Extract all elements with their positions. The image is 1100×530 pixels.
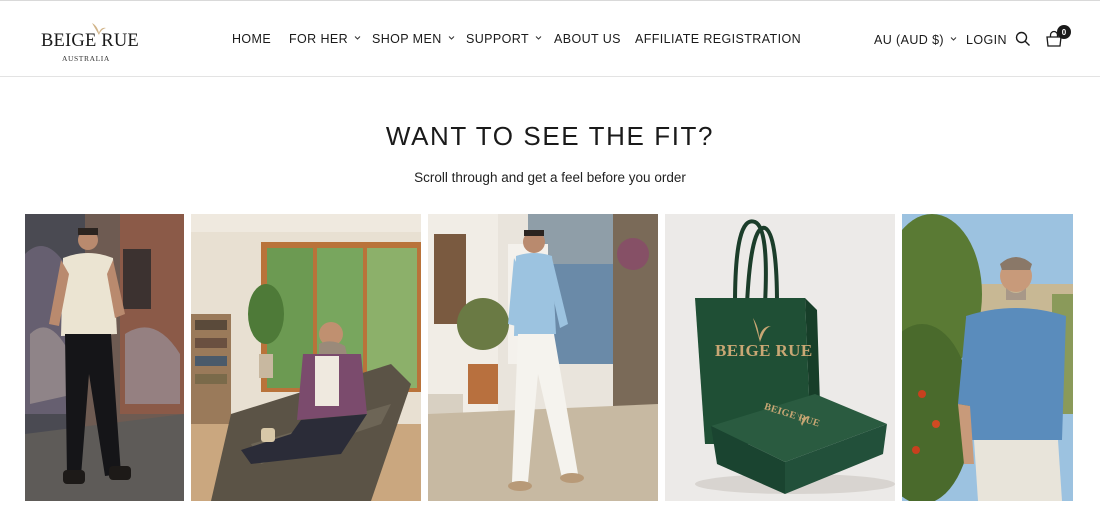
nav-about-us[interactable]: ABOUT US (554, 32, 621, 46)
nav-about-us-label: ABOUT US (554, 32, 621, 46)
currency-label: AU (AUD $) (874, 33, 944, 47)
site-header: BEIGE RUE AUSTRALIA HOME FOR HER SHOP ME… (0, 0, 1100, 77)
search-icon[interactable] (1015, 31, 1031, 47)
photo-living-room (191, 214, 421, 501)
gallery-image-1[interactable] (25, 214, 184, 501)
gallery-image-2[interactable] (191, 214, 421, 501)
chevron-down-icon (950, 36, 957, 41)
nav-for-her-label: FOR HER (289, 32, 349, 46)
photo-coastal-village (428, 214, 658, 501)
chevron-down-icon (448, 35, 455, 40)
bag-print-text: BEIGE RUE (715, 341, 813, 360)
chevron-down-icon (535, 35, 542, 40)
nav-support[interactable]: SUPPORT (466, 32, 542, 46)
section-title: WANT TO SEE THE FIT? (385, 121, 715, 151)
nav-for-her[interactable]: FOR HER (289, 32, 361, 46)
currency-selector[interactable]: AU (AUD $) (874, 33, 957, 47)
nav-home-label: HOME (232, 32, 272, 46)
nav-shop-men[interactable]: SHOP MEN (372, 32, 455, 46)
nav-shop-men-label: SHOP MEN (372, 32, 442, 46)
login-label: LOGIN (966, 33, 1007, 47)
brand-logo[interactable]: BEIGE RUE AUSTRALIA (38, 21, 139, 65)
cart-count-badge: 0 (1057, 25, 1071, 39)
nav-affiliate-label: AFFILIATE REGISTRATION (635, 32, 801, 46)
section-subtitle: Scroll through and get a feel before you… (414, 170, 686, 185)
nav-home[interactable]: HOME (232, 32, 271, 46)
gallery-image-3[interactable] (428, 214, 658, 501)
brand-name: BEIGE RUE (41, 31, 139, 51)
gallery-image-4[interactable]: BEIGE RUE BEIGE RUE (665, 214, 895, 501)
login-link[interactable]: LOGIN (966, 33, 1007, 47)
chevron-down-icon (354, 35, 361, 40)
nav-affiliate-registration[interactable]: AFFILIATE REGISTRATION (635, 32, 801, 46)
photo-garden (902, 214, 1073, 501)
nav-support-label: SUPPORT (466, 32, 529, 46)
gallery-image-5[interactable] (902, 214, 1073, 501)
photo-graffiti-wall (25, 214, 184, 501)
brand-tagline: AUSTRALIA (62, 54, 110, 63)
